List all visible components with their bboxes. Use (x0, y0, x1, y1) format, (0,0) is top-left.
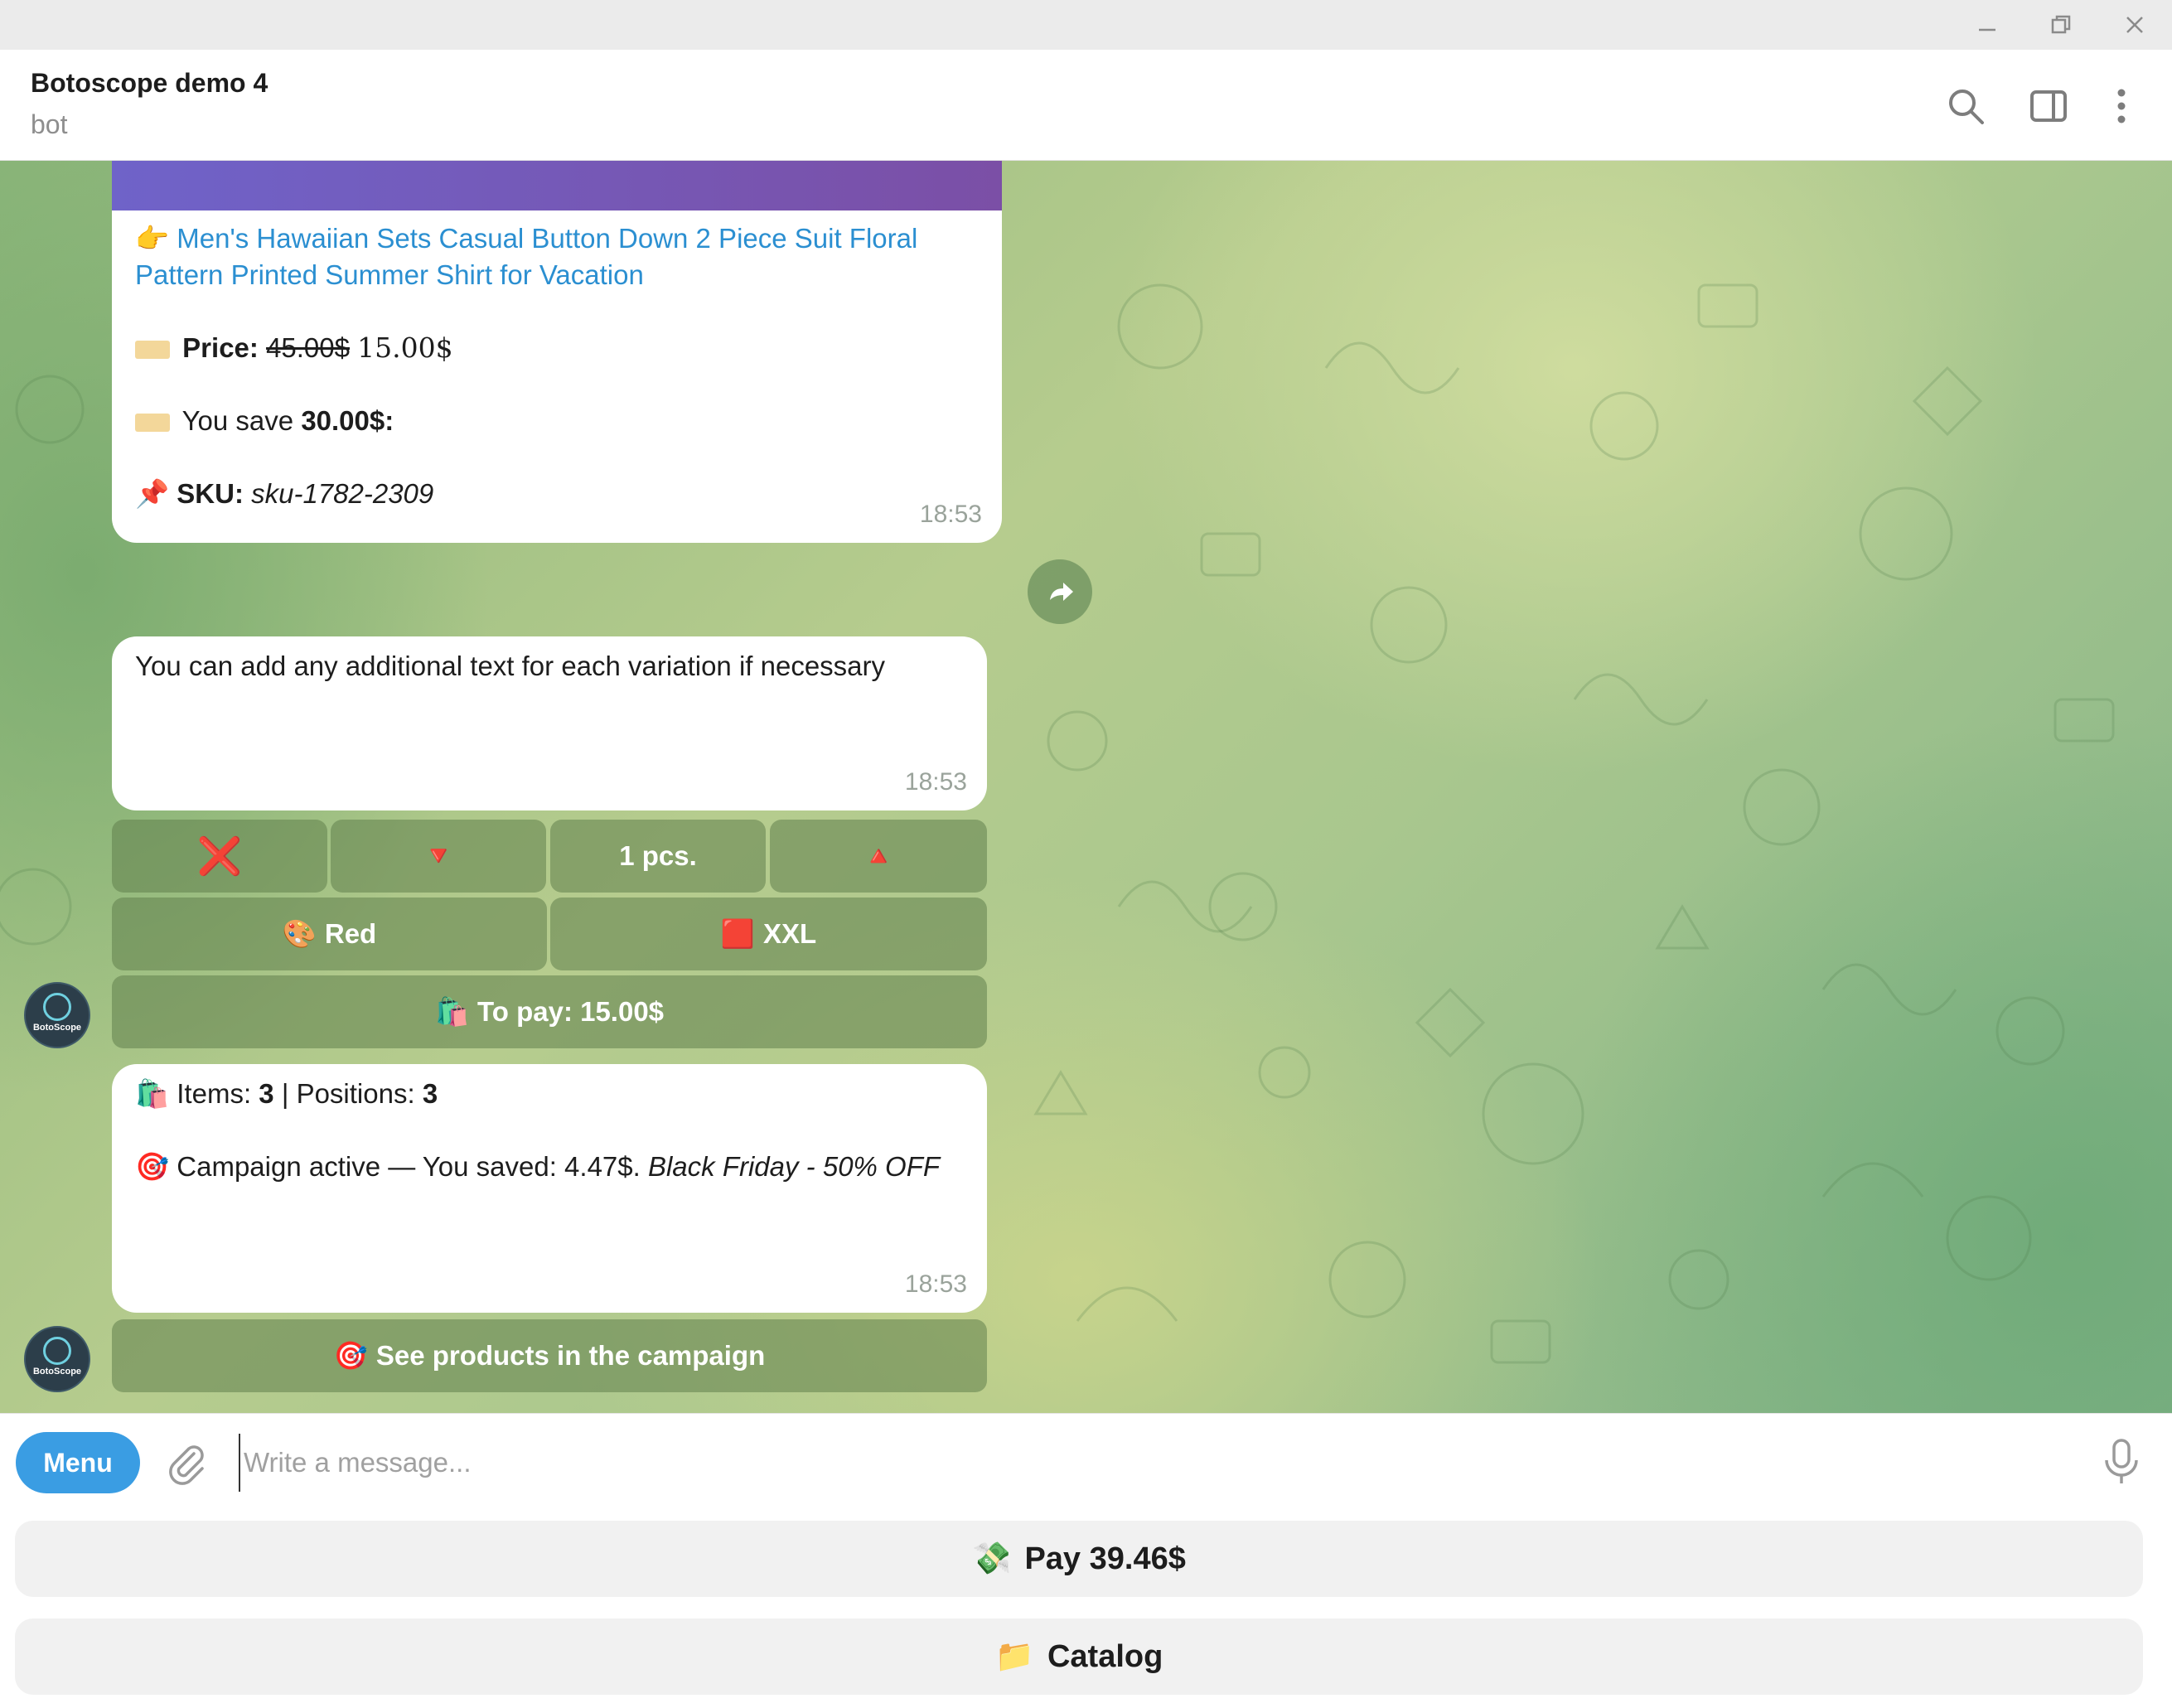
chat-area[interactable]: 👉 Men's Hawaiian Sets Casual Button Down… (0, 161, 2172, 1413)
savings-line: You save 30.00$: (135, 403, 394, 439)
paperclip-icon[interactable] (162, 1439, 209, 1485)
microphone-icon[interactable] (2097, 1435, 2146, 1488)
increase-quantity-button[interactable]: 🔺 (770, 820, 987, 893)
cart-summary: 🛍️ Items: 3 | Positions: 3 (135, 1076, 438, 1112)
target-icon: 🎯 (135, 1151, 170, 1182)
minimize-icon[interactable] (1950, 0, 2024, 50)
cart-message: 🛍️ Items: 3 | Positions: 3 🎯 Campaign ac… (112, 1064, 987, 1313)
avatar-text: BotoScope (32, 1023, 82, 1033)
savings-prefix: You save (181, 405, 302, 436)
search-icon[interactable] (1939, 80, 1992, 133)
color-label: Red (324, 918, 377, 949)
items-label: Items: (177, 1078, 259, 1109)
quantity-button[interactable]: 1 pcs. (550, 820, 766, 893)
pushpin-icon: 📌 (135, 478, 170, 509)
palette-icon: 🎨 (282, 917, 317, 949)
forward-arrow-icon (1050, 583, 1073, 601)
price-line: Price: 45.00$ 15.00$ (135, 330, 453, 366)
catalog-button[interactable]: 📁 Catalog (15, 1618, 2143, 1695)
folder-icon: 📁 (994, 1639, 1034, 1674)
avatar[interactable]: BotoScope (24, 982, 90, 1048)
chat-subtitle: bot (31, 109, 68, 139)
sidebar-toggle-icon[interactable] (2022, 80, 2075, 133)
label-tag-icon (135, 341, 170, 360)
see-campaign-products-button[interactable]: 🎯 See products in the campaign (112, 1319, 987, 1392)
price-old: 45.00$ (266, 332, 350, 363)
message-input[interactable] (239, 1434, 2062, 1492)
close-icon[interactable] (2097, 0, 2172, 50)
menu-button[interactable]: Menu (16, 1432, 140, 1493)
pointing-hand-icon: 👉 (135, 223, 170, 254)
price-label: Price: (182, 332, 259, 363)
quantity-label: 1 pcs. (619, 840, 697, 871)
avatar-text: BotoScope (32, 1367, 82, 1377)
product-link[interactable]: 👉 Men's Hawaiian Sets Casual Button Down… (135, 220, 917, 257)
shopping-bags-icon: 🛍️ (434, 995, 470, 1027)
savings-amount: 30.00$: (301, 405, 394, 436)
target-icon: 🎯 (333, 1339, 368, 1371)
restore-icon[interactable] (2024, 0, 2098, 50)
price-new: 15.00$ (357, 331, 453, 364)
product-link-line1[interactable]: Men's Hawaiian Sets Casual Button Down 2… (177, 223, 917, 254)
pay-label: Pay 39.46$ (1024, 1541, 1186, 1576)
positions-count: 3 (422, 1078, 438, 1109)
message-composer: Menu (0, 1413, 2172, 1508)
window-titlebar (0, 0, 2172, 50)
shopping-bags-icon: 🛍️ (135, 1078, 170, 1109)
remove-item-button[interactable]: ❌ (112, 820, 327, 893)
product-image[interactable] (112, 161, 1002, 210)
to-pay-button[interactable]: 🛍️ To pay: 15.00$ (112, 975, 987, 1048)
product-message: 👉 Men's Hawaiian Sets Casual Button Down… (112, 161, 1002, 543)
campaign-text: Campaign active — You saved: 4.47$. (177, 1151, 648, 1182)
campaign-line: 🎯 Campaign active — You saved: 4.47$. Bl… (135, 1149, 940, 1185)
see-campaign-label: See products in the campaign (375, 1340, 766, 1371)
sku-line: 📌 SKU: sku-1782-2309 (135, 476, 433, 512)
more-options-icon[interactable] (2095, 80, 2148, 133)
campaign-name: Black Friday - 50% OFF (647, 1151, 941, 1182)
positions-label: | Positions: (273, 1078, 423, 1109)
red-square-icon: 🟥 (720, 917, 755, 949)
size-label: XXL (762, 918, 817, 949)
to-pay-label: To pay: 15.00$ (477, 996, 665, 1027)
sku-label: SKU: (177, 478, 244, 509)
message-time: 18:53 (904, 1270, 967, 1298)
decrease-quantity-button[interactable]: 🔻 (331, 820, 546, 893)
size-option-button[interactable]: 🟥 XXL (550, 898, 987, 970)
color-option-button[interactable]: 🎨 Red (112, 898, 547, 970)
message-time: 18:53 (904, 768, 967, 796)
money-with-wings-icon: 💸 (972, 1541, 1012, 1576)
up-triangle-icon: 🔺 (861, 839, 896, 871)
avatar-logo-icon (43, 1337, 71, 1365)
reply-keyboard: 💸 Pay 39.46$ 📁 Catalog (0, 1508, 2172, 1708)
message-time: 18:53 (919, 501, 982, 528)
product-link-line2[interactable]: Pattern Printed Summer Shirt for Vacatio… (135, 257, 644, 293)
cross-mark-icon: ❌ (196, 836, 243, 877)
down-triangle-icon: 🔻 (421, 839, 456, 871)
variation-message: You can add any additional text for each… (112, 636, 987, 810)
chat-title[interactable]: Botoscope demo 4 (31, 68, 268, 99)
pay-button[interactable]: 💸 Pay 39.46$ (15, 1521, 2143, 1597)
chat-header: Botoscope demo 4 bot (0, 50, 2172, 161)
variation-text: You can add any additional text for each… (135, 651, 886, 681)
sku-value: sku-1782-2309 (251, 478, 434, 509)
label-tag-icon (135, 414, 170, 433)
avatar-logo-icon (43, 993, 71, 1021)
forward-button[interactable] (1028, 559, 1092, 624)
items-count: 3 (259, 1078, 274, 1109)
avatar[interactable]: BotoScope (24, 1326, 90, 1392)
catalog-label: Catalog (1047, 1638, 1163, 1674)
